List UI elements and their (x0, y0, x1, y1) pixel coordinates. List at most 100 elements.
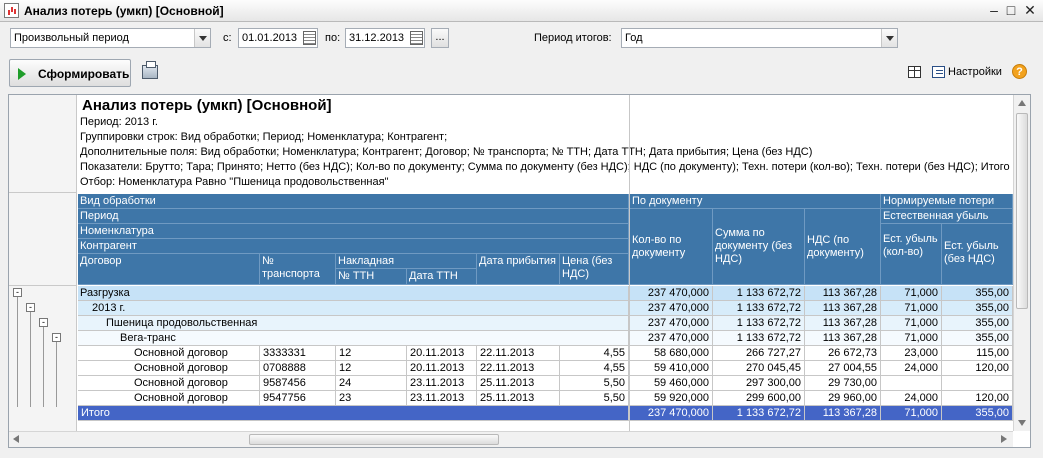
calendar-icon[interactable] (303, 31, 316, 45)
group-row-qty: 237 470,000 (630, 331, 713, 346)
from-date-field[interactable]: 01.01.2013 (238, 28, 318, 48)
header-nomenclature: Номенклатура (78, 224, 629, 239)
header-vat-doc: НДС (по документу) (805, 209, 881, 285)
detail-row-vat: 26 672,73 (805, 346, 881, 361)
group-row-vat: 113 367,28 (805, 331, 881, 346)
report-groupings-line: Группировки строк: Вид обработки; Период… (80, 131, 448, 143)
to-date-field[interactable]: 31.12.2013 (345, 28, 425, 48)
detail-row-price: 5,50 (560, 376, 629, 391)
totals-period-label: Период итогов: (534, 32, 612, 44)
detail-row-dogovor: Основной договор (78, 361, 260, 376)
detail-row-arrival: 22.11.2013 (477, 361, 560, 376)
print-icon[interactable] (142, 61, 158, 79)
group-row-vat: 113 367,28 (805, 301, 881, 316)
collapse-icon[interactable]: - (13, 288, 22, 297)
group-row-qty: 237 470,000 (630, 286, 713, 301)
vertical-scroll-thumb[interactable] (1016, 113, 1028, 309)
detail-row-ttn: 12 (336, 346, 407, 361)
collapse-icon[interactable]: - (26, 303, 35, 312)
detail-row-nat-sum: 115,00 (942, 346, 1013, 361)
detail-row-transport: 9547756 (260, 391, 336, 406)
detail-row-sum: 297 300,00 (713, 376, 805, 391)
scroll-down-icon[interactable] (1018, 420, 1026, 426)
group-row-nat-sum: 355,00 (942, 286, 1013, 301)
tree-line (56, 342, 57, 407)
from-date-value: 01.01.2013 (242, 32, 298, 44)
title-bar: Анализ потерь (умкп) [Основной] – □ ✕ (0, 0, 1043, 22)
table-icon[interactable] (908, 66, 921, 78)
tree-line (30, 312, 31, 407)
chevron-down-icon[interactable] (881, 29, 897, 47)
settings-list-icon[interactable] (932, 66, 945, 78)
detail-row-nat-qty: 24,000 (881, 361, 942, 376)
generate-button[interactable]: Сформировать (9, 59, 131, 87)
group-row-label: Вега-транс (78, 331, 629, 346)
window-title: Анализ потерь (умкп) [Основной] (24, 4, 224, 18)
header-date-ttn: Дата ТТН (407, 269, 477, 285)
help-icon[interactable]: ? (1012, 64, 1027, 79)
header-nat-sum: Ест. убыль (без НДС) (942, 224, 1013, 285)
chevron-down-icon[interactable] (194, 29, 210, 47)
maximize-icon[interactable]: □ (1003, 3, 1019, 19)
detail-row-transport: 0708888 (260, 361, 336, 376)
group-row-nat-qty: 71,000 (881, 316, 942, 331)
group-row-label: Разгрузка (78, 286, 629, 301)
detail-row-transport: 9587456 (260, 376, 336, 391)
detail-row-qty: 59 460,000 (630, 376, 713, 391)
detail-row-arrival: 25.11.2013 (477, 376, 560, 391)
detail-row-sum: 299 600,00 (713, 391, 805, 406)
detail-row-date-ttn: 23.11.2013 (407, 376, 477, 391)
detail-row-vat: 29 730,00 (805, 376, 881, 391)
scroll-right-icon[interactable] (1001, 435, 1007, 443)
group-row-label: Пшеница продовольственная (78, 316, 629, 331)
collapse-icon[interactable]: - (52, 333, 61, 342)
detail-row-nat-qty: 24,000 (881, 391, 942, 406)
report-extra-fields-line: Дополнительные поля: Вид обработки; Номе… (80, 146, 813, 158)
to-label: по: (325, 32, 341, 44)
horizontal-scroll-thumb[interactable] (249, 434, 499, 445)
total-row-nat-qty: 71,000 (881, 406, 942, 421)
settings-button[interactable]: Настройки (948, 66, 1002, 78)
header-kontragent: Контрагент (78, 239, 629, 254)
group-row-vat: 113 367,28 (805, 316, 881, 331)
group-row-vat: 113 367,28 (805, 286, 881, 301)
gutter-header (9, 95, 77, 193)
scroll-left-icon[interactable] (13, 435, 19, 443)
totals-period-select[interactable]: Год (621, 28, 898, 48)
header-qty-doc: Кол-во по документу (630, 209, 713, 285)
minimize-icon[interactable]: – (986, 3, 1002, 19)
detail-row-price: 4,55 (560, 346, 629, 361)
collapse-icon[interactable]: - (39, 318, 48, 327)
group-row-label: 2013 г. (78, 301, 629, 316)
header-nakladnaya: Накладная (336, 254, 477, 269)
calendar-icon[interactable] (410, 31, 423, 45)
vertical-scrollbar[interactable] (1013, 95, 1030, 431)
detail-row-vat: 29 960,00 (805, 391, 881, 406)
tree-line (43, 327, 44, 407)
horizontal-scrollbar[interactable] (9, 431, 1013, 447)
play-icon (18, 68, 26, 80)
detail-row-ttn: 12 (336, 361, 407, 376)
detail-row-arrival: 25.11.2013 (477, 391, 560, 406)
header-transport: № транспорта (260, 254, 336, 285)
scroll-up-icon[interactable] (1018, 100, 1026, 106)
group-row-nat-sum: 355,00 (942, 301, 1013, 316)
detail-row-date-ttn: 20.11.2013 (407, 361, 477, 376)
detail-row-date-ttn: 23.11.2013 (407, 391, 477, 406)
detail-row-qty: 59 410,000 (630, 361, 713, 376)
period-select-button[interactable]: ... (431, 28, 449, 48)
header-sum-doc: Сумма по документу (без НДС) (713, 209, 805, 285)
period-type-select[interactable]: Произвольный период (10, 28, 211, 48)
group-row-qty: 237 470,000 (630, 316, 713, 331)
group-row-sum: 1 133 672,72 (713, 316, 805, 331)
close-icon[interactable]: ✕ (1022, 3, 1038, 19)
header-vid: Вид обработки (78, 194, 629, 209)
app-icon (4, 3, 19, 18)
header-by-doc: По документу (630, 194, 881, 209)
group-row-qty: 237 470,000 (630, 301, 713, 316)
detail-row-date-ttn: 20.11.2013 (407, 346, 477, 361)
total-row-vat: 113 367,28 (805, 406, 881, 421)
detail-row-nat-sum: 120,00 (942, 361, 1013, 376)
group-row-sum: 1 133 672,72 (713, 331, 805, 346)
header-price: Цена (без НДС) (560, 254, 629, 285)
